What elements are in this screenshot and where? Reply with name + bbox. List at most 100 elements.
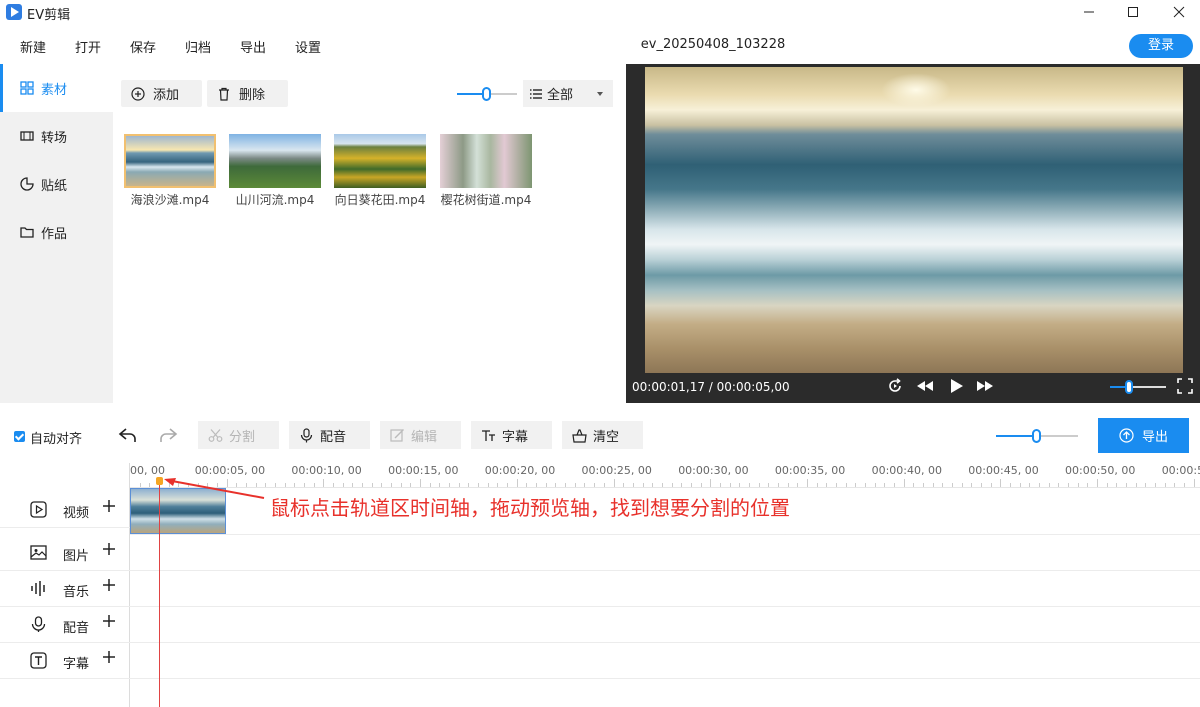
play-icon [951, 379, 963, 393]
ruler-label: 00:00:45, 00 [968, 464, 1039, 477]
ruler-tick [420, 479, 422, 487]
minimize-button[interactable] [1066, 0, 1112, 24]
dub-label: 配音 [320, 429, 347, 445]
menu-bar: 新建 打开 保存 归档 导出 设置 ev_20250408_103228 登录 [0, 26, 1200, 64]
ruler-label: 00:00:30, 00 [678, 464, 749, 477]
add-dub-track-button[interactable] [101, 613, 117, 629]
undo-icon[interactable] [118, 425, 138, 445]
ruler-tick [1126, 483, 1127, 487]
login-button[interactable]: 登录 [1129, 34, 1193, 58]
playhead-line[interactable] [159, 481, 160, 707]
preview-video[interactable] [645, 67, 1183, 373]
ruler-label: 00:00:50, 00 [1065, 464, 1136, 477]
ruler-tick [371, 483, 373, 487]
media-clip[interactable]: 樱花树街道.mp4 [438, 134, 534, 208]
dub-button[interactable]: 配音 [289, 421, 370, 449]
ruler-tick [787, 483, 789, 487]
ruler-tick [275, 483, 277, 487]
sidebar-item-works[interactable]: 作品 [0, 208, 113, 256]
redo-icon[interactable] [158, 425, 178, 445]
auto-align-label[interactable]: 自动对齐 [30, 428, 82, 447]
trash-icon [219, 87, 229, 101]
media-clip[interactable]: 山川河流.mp4 [227, 134, 323, 208]
sidebar-item-sticker[interactable]: 贴纸 [0, 160, 113, 208]
app-title: EV剪辑 [27, 8, 71, 23]
music-lane[interactable] [130, 571, 1200, 607]
media-clip[interactable]: 海浪沙滩.mp4 [122, 134, 218, 208]
timeline-ruler[interactable]: 00, 00 00:00:05, 00 00:00:10, 00 00:00:15, … [130, 463, 1200, 488]
track-header-image: 图片 [0, 535, 130, 571]
media-clip[interactable]: 向日葵花田.mp4 [332, 134, 428, 208]
sidebar-item-material[interactable]: 素材 [0, 64, 113, 112]
subtitle-button[interactable]: 字幕 [471, 421, 552, 449]
ruler-tick [149, 483, 151, 487]
ruler-tick [304, 483, 306, 487]
close-button[interactable] [1156, 0, 1200, 24]
dub-lane[interactable] [130, 607, 1200, 643]
image-lane[interactable] [130, 535, 1200, 571]
add-subtitle-track-button[interactable] [101, 649, 117, 665]
maximize-icon [1128, 7, 1138, 17]
auto-align-checkbox[interactable] [14, 431, 25, 442]
add-media-button[interactable]: 添加 [121, 80, 202, 107]
ruler-tick [381, 483, 383, 487]
ruler-tick [487, 483, 489, 487]
slider-knob[interactable] [1032, 429, 1041, 443]
fullscreen-button[interactable] [1176, 377, 1196, 397]
clip-name: 山川河流.mp4 [235, 193, 315, 207]
ruler-tick [400, 483, 402, 487]
play-button[interactable] [947, 377, 967, 397]
ruler-label: 00:00:35, 00 [774, 464, 846, 477]
sticker-icon [20, 177, 34, 191]
ruler-tick [1193, 479, 1195, 487]
ruler-tick [574, 483, 576, 487]
scissors-icon [208, 428, 223, 442]
delete-media-button[interactable]: 删除 [207, 80, 288, 107]
sidebar-item-transition[interactable]: 转场 [0, 112, 113, 160]
fast-forward-button[interactable] [976, 377, 996, 397]
ruler-tick [719, 483, 721, 487]
ruler-tick [410, 483, 412, 487]
ruler-tick [864, 483, 866, 487]
ruler-tick [845, 483, 847, 487]
media-filter-select[interactable]: 全部 [523, 80, 613, 107]
replay-button[interactable] [886, 377, 906, 397]
ruler-tick [671, 483, 673, 487]
ruler-label: 00:00:10, 00 [291, 464, 362, 477]
export-button[interactable]: 导出 [1098, 418, 1189, 453]
media-zoom-slider[interactable] [457, 86, 517, 102]
ruler-tick [797, 483, 799, 487]
ruler-tick [758, 483, 760, 487]
timeline-zoom-slider[interactable] [996, 428, 1078, 444]
ruler-tick [700, 483, 702, 487]
subtitle-lane[interactable] [130, 643, 1200, 679]
edit-button[interactable]: 编辑 [380, 421, 461, 449]
sidebar: 素材 转场 贴纸 作品 [0, 64, 113, 403]
app-logo-icon [6, 4, 22, 20]
ruler-tick [1087, 483, 1089, 487]
ruler-tick [1174, 483, 1176, 487]
clip-name: 樱花树街道.mp4 [440, 193, 532, 207]
film-icon [20, 131, 34, 141]
ruler-tick [913, 483, 915, 487]
ruler-tick [507, 483, 509, 487]
volume-knob[interactable] [1125, 380, 1133, 394]
ruler-tick [603, 483, 605, 487]
slider-knob[interactable] [482, 87, 491, 101]
split-button[interactable]: 分割 [198, 421, 279, 449]
ruler-tick [342, 483, 344, 487]
preview-frame-sun [881, 73, 951, 107]
maximize-button[interactable] [1110, 0, 1156, 24]
clear-button[interactable]: 清空 [562, 421, 643, 449]
add-image-track-button[interactable] [101, 541, 117, 557]
ruler-tick [429, 483, 431, 487]
add-video-track-button[interactable] [101, 498, 117, 514]
track-header-video: 视频 [0, 492, 130, 528]
preview-panel: 00:00:01,17 / 00:00:05,00 [626, 64, 1200, 403]
rewind-button[interactable] [916, 377, 936, 397]
ruler-tick [1067, 483, 1069, 487]
add-music-track-button[interactable] [101, 577, 117, 593]
export-label: 导出 [1141, 430, 1168, 445]
title-bar: EV剪辑 [0, 0, 1200, 26]
clear-label: 清空 [593, 429, 620, 445]
